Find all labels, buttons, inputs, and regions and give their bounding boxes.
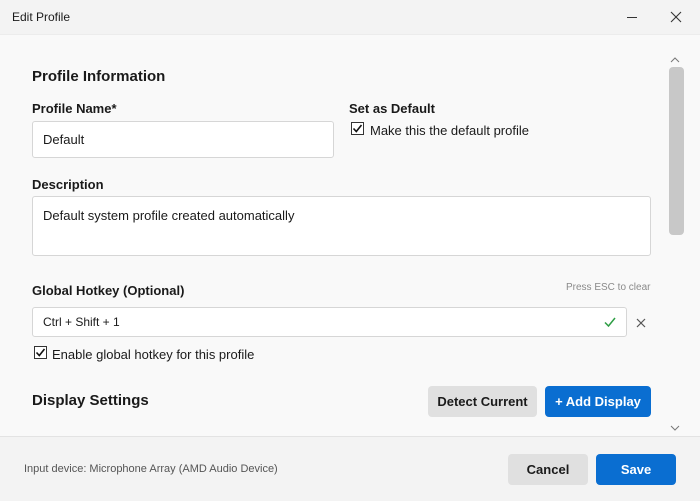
dialog-footer: Input device: Microphone Array (AMD Audi… [0,436,700,501]
checkmark-icon [604,317,616,328]
minimize-button[interactable] [612,4,652,30]
profile-name-label: Profile Name* [32,101,117,116]
hotkey-value: Ctrl + Shift + 1 [43,315,120,329]
checkmark-icon [35,348,46,357]
title-bar: Edit Profile [0,0,700,34]
enable-hotkey-checkbox[interactable] [34,346,47,359]
minimize-icon [627,17,637,18]
profile-name-input[interactable]: Default [32,121,334,158]
checkmark-icon [352,124,363,133]
dialog-content: Profile Information Profile Name* Defaul… [0,34,700,437]
window-title: Edit Profile [12,10,71,24]
set-default-label: Set as Default [349,101,435,116]
scroll-down-icon[interactable] [670,425,680,431]
enable-hotkey-label[interactable]: Enable global hotkey for this profile [52,347,254,362]
hotkey-input[interactable]: Ctrl + Shift + 1 [32,307,627,337]
input-device-status: Input device: Microphone Array (AMD Audi… [24,463,278,475]
cancel-button[interactable]: Cancel [508,454,588,485]
save-button[interactable]: Save [596,454,676,485]
default-checkbox-label[interactable]: Make this the default profile [370,123,529,138]
display-settings-title: Display Settings [32,392,149,409]
profile-info-title: Profile Information [32,68,166,85]
scroll-up-icon[interactable] [670,57,680,63]
hotkey-label: Global Hotkey (Optional) [32,283,185,298]
detect-current-button[interactable]: Detect Current [428,386,537,417]
default-checkbox[interactable] [351,122,364,135]
description-textarea[interactable]: Default system profile created automatic… [32,196,651,256]
close-window-button[interactable] [656,4,696,30]
hotkey-hint: Press ESC to clear [566,282,651,293]
clear-icon [636,318,646,328]
description-label: Description [32,177,104,192]
clear-hotkey-button[interactable] [632,315,650,331]
close-icon [670,11,682,23]
add-display-button[interactable]: + Add Display [545,386,651,417]
scroll-thumb[interactable] [669,67,684,235]
